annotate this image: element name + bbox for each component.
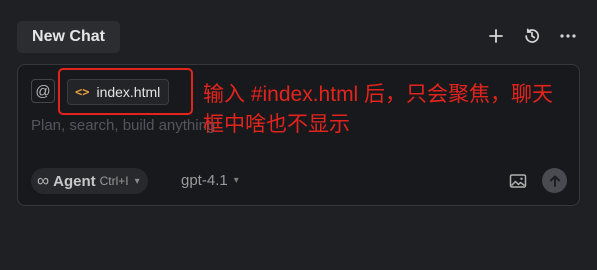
mode-label: Agent <box>53 172 96 190</box>
mode-select[interactable]: ∞ Agent Ctrl+I ▾ <box>31 168 148 194</box>
tab-new-chat[interactable]: New Chat <box>17 21 120 53</box>
mention-button[interactable]: @ <box>31 79 55 103</box>
infinity-icon: ∞ <box>37 171 50 190</box>
plus-icon[interactable] <box>487 27 505 45</box>
chat-input[interactable]: Plan, search, build anything <box>31 117 215 134</box>
header-actions <box>487 24 577 48</box>
model-label: gpt-4.1 <box>181 172 228 189</box>
chevron-down-icon: ▾ <box>134 175 140 187</box>
more-icon[interactable] <box>559 27 577 45</box>
annotation-highlight-box <box>58 68 193 115</box>
mode-shortcut: Ctrl+I <box>99 174 129 188</box>
send-button[interactable] <box>542 168 567 193</box>
history-icon[interactable] <box>523 27 541 45</box>
image-icon[interactable] <box>509 172 527 190</box>
chevron-down-icon: ▾ <box>233 175 239 186</box>
arrow-up-icon <box>549 175 560 187</box>
annotation-text: 输入 #index.html 后，只会聚焦，聊天框中啥也不显示 <box>203 83 554 136</box>
model-select[interactable]: gpt-4.1 ▾ <box>181 172 239 189</box>
